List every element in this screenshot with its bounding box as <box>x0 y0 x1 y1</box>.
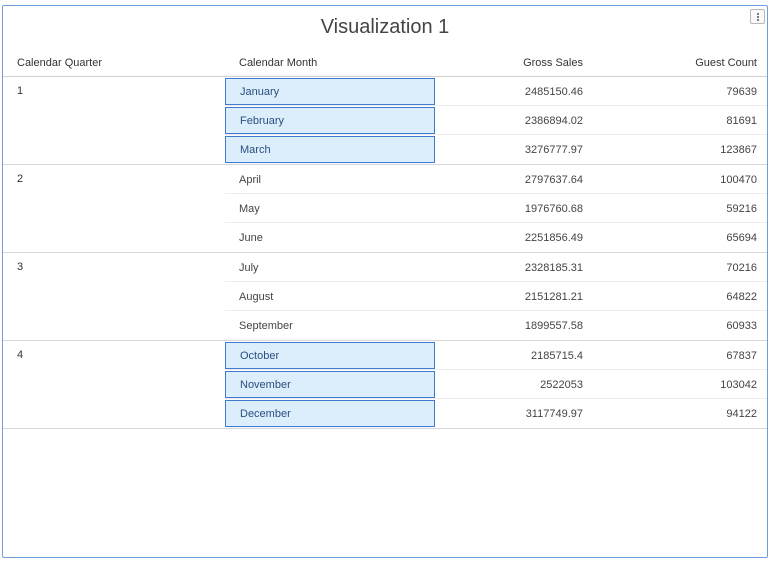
table-body: 1 January 2485150.46 79639 February 2386894.0… <box>3 77 767 429</box>
guest-count-cell: 81691 <box>726 114 757 127</box>
guest-count-cell: 67837 <box>726 349 757 362</box>
gross-sales-cell: 2797637.64 <box>524 173 583 186</box>
table-row: April 2797637.64 100470 <box>3 165 767 194</box>
month-cell-selected[interactable]: January <box>225 78 435 105</box>
month-cell-selected[interactable]: October <box>225 342 435 369</box>
month-cell[interactable]: August <box>225 282 435 311</box>
more-vertical-icon[interactable] <box>750 9 765 24</box>
month-cell[interactable]: April <box>225 165 435 194</box>
gross-sales-cell: 1976760.68 <box>524 202 583 215</box>
quarter-group: 4 October 2185715.4 67837 November 2522053 103… <box>3 341 767 429</box>
gross-sales-cell: 2185715.4 <box>531 349 583 362</box>
table-row: January 2485150.46 79639 <box>3 77 767 106</box>
guest-count-cell: 60933 <box>726 319 757 332</box>
guest-count-cell: 123867 <box>720 143 757 156</box>
gross-sales-cell: 3117749.97 <box>525 407 583 420</box>
table-row: June 2251856.49 65694 <box>3 223 767 252</box>
month-cell-selected[interactable]: December <box>225 400 435 427</box>
gross-sales-cell: 1899557.58 <box>524 319 583 332</box>
guest-count-cell: 103042 <box>720 378 757 391</box>
table-row: October 2185715.4 67837 <box>3 341 767 370</box>
table-row: December 3117749.97 94122 <box>3 399 767 428</box>
quarter-group: 3 July 2328185.31 70216 August 2151281.21 6482… <box>3 253 767 341</box>
gross-sales-cell: 2151281.21 <box>524 290 583 303</box>
month-cell[interactable]: June <box>225 223 435 252</box>
month-cell[interactable]: July <box>225 253 435 282</box>
visualization-panel: Visualization 1 Calendar Quarter Calenda… <box>2 5 768 558</box>
month-cell-selected[interactable]: March <box>225 136 435 163</box>
table-row: May 1976760.68 59216 <box>3 194 767 223</box>
table-row: September 1899557.58 60933 <box>3 311 767 340</box>
guest-count-cell: 100470 <box>720 173 757 186</box>
column-header-calendar-quarter[interactable]: Calendar Quarter <box>17 50 217 76</box>
visualization-title: Visualization 1 <box>320 16 450 38</box>
month-cell-selected[interactable]: November <box>225 371 435 398</box>
month-cell[interactable]: September <box>225 311 435 340</box>
gross-sales-cell: 2386894.02 <box>524 114 583 127</box>
quarter-group: 1 January 2485150.46 79639 February 2386894.0… <box>3 77 767 165</box>
guest-count-cell: 64822 <box>726 290 757 303</box>
gross-sales-cell: 2251856.49 <box>524 231 583 244</box>
guest-count-cell: 65694 <box>726 231 757 244</box>
guest-count-cell: 59216 <box>726 202 757 215</box>
table-header: Calendar Quarter Calendar Month Gross Sa… <box>3 50 767 77</box>
table-row: July 2328185.31 70216 <box>3 253 767 282</box>
column-header-guest-count[interactable]: Guest Count <box>587 50 757 76</box>
column-header-calendar-month[interactable]: Calendar Month <box>225 50 435 76</box>
table-row: February 2386894.02 81691 <box>3 106 767 135</box>
guest-count-cell: 70216 <box>726 261 757 274</box>
gross-sales-cell: 3276777.97 <box>524 143 583 156</box>
gross-sales-cell: 2328185.31 <box>524 261 583 274</box>
gross-sales-cell: 2522053 <box>540 378 583 391</box>
guest-count-cell: 79639 <box>726 85 757 98</box>
guest-count-cell: 94122 <box>726 407 757 420</box>
table-row: November 2522053 103042 <box>3 370 767 399</box>
table-row: March 3276777.97 123867 <box>3 135 767 164</box>
data-table: Calendar Quarter Calendar Month Gross Sa… <box>3 50 767 429</box>
column-header-gross-sales[interactable]: Gross Sales <box>439 50 583 76</box>
gross-sales-cell: 2485150.46 <box>524 85 583 98</box>
month-cell-selected[interactable]: February <box>225 107 435 134</box>
month-cell[interactable]: May <box>225 194 435 223</box>
quarter-group: 2 April 2797637.64 100470 May 1976760.68 59216… <box>3 165 767 253</box>
table-row: August 2151281.21 64822 <box>3 282 767 311</box>
